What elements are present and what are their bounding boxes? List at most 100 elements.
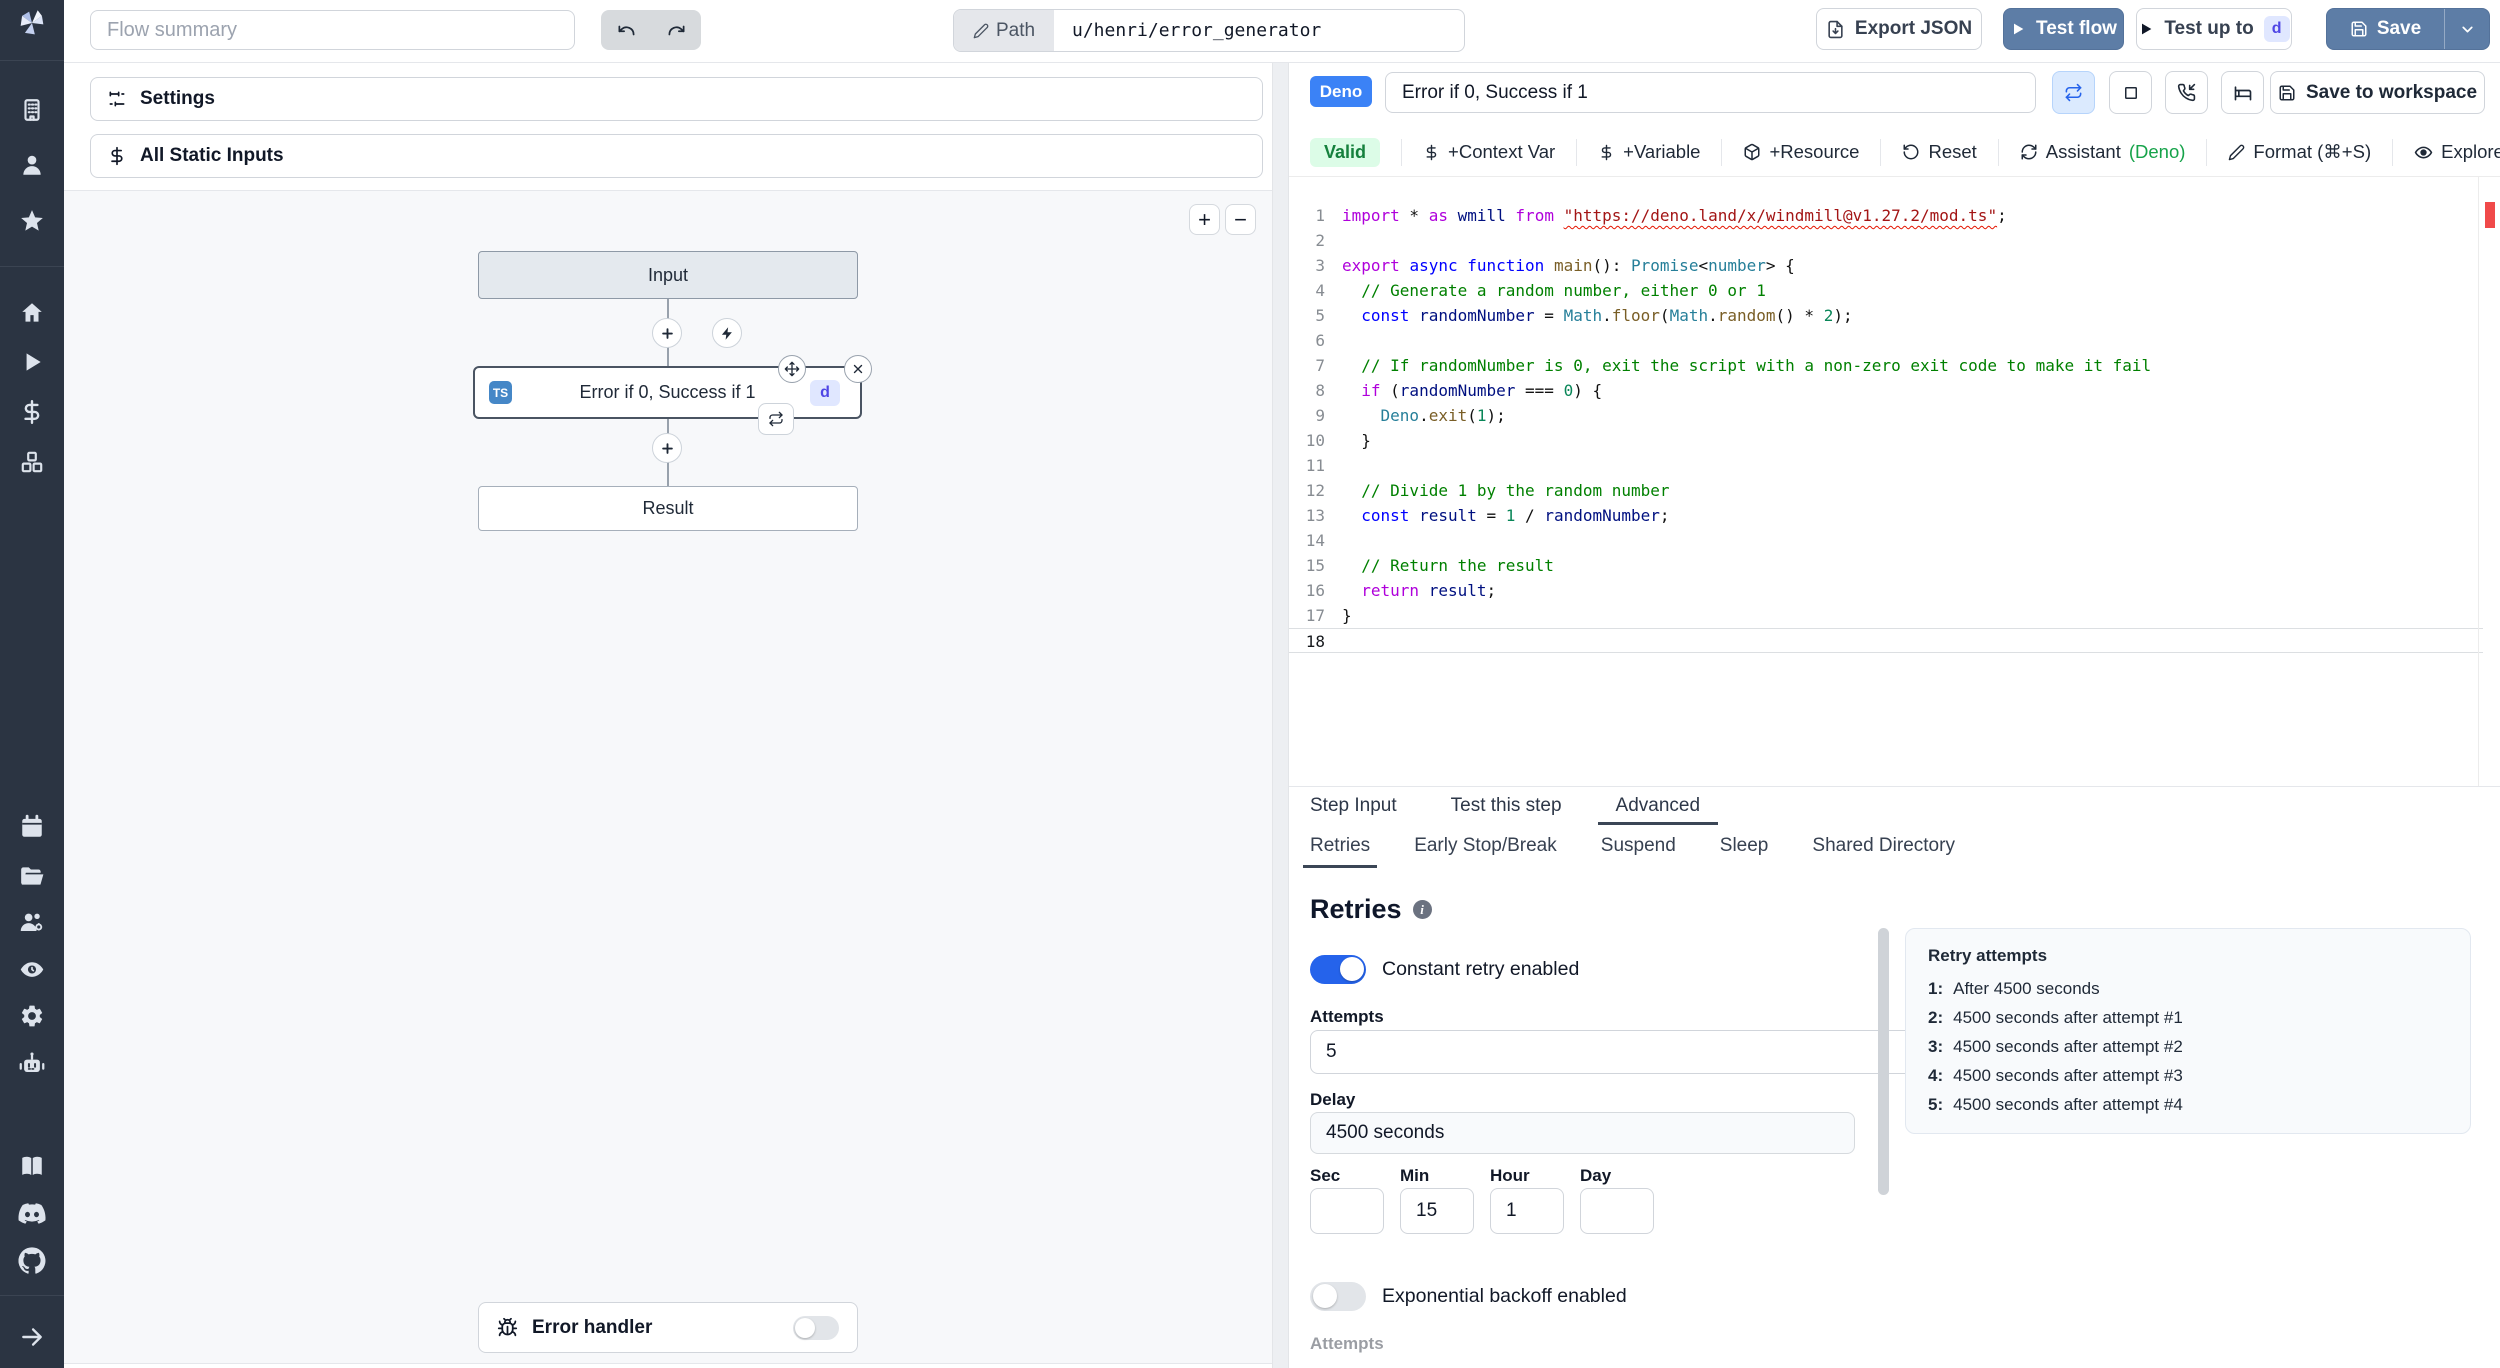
resources-icon[interactable] [19, 449, 45, 475]
info-icon[interactable]: i [1412, 900, 1432, 919]
redo-button[interactable] [651, 10, 701, 50]
step-retry-indicator[interactable] [758, 403, 794, 435]
all-static-inputs-row[interactable]: All Static Inputs [90, 134, 1263, 178]
add-variable-button[interactable]: +Variable [1598, 141, 1700, 163]
line-number: 9 [1315, 406, 1325, 425]
settings-gear-icon[interactable] [19, 1003, 45, 1029]
play-icon [2014, 23, 2024, 35]
docs-book-icon[interactable] [19, 1153, 45, 1179]
sleep-button[interactable] [2221, 71, 2264, 114]
flow-input-node[interactable]: Input [478, 251, 858, 299]
add-trigger-button[interactable] [712, 318, 742, 348]
suspend-approval-button[interactable] [2165, 71, 2208, 114]
code-line[interactable]: 11 [1289, 453, 2483, 478]
min-input[interactable] [1400, 1188, 1474, 1234]
chevron-down-icon [2461, 26, 2473, 32]
code-line[interactable]: 12 // Divide 1 by the random number [1289, 478, 2483, 503]
error-handler-toggle[interactable] [793, 1315, 839, 1340]
code-line[interactable]: 2 [1289, 228, 2483, 253]
move-step-button[interactable] [778, 355, 806, 383]
code-line[interactable]: 6 [1289, 328, 2483, 353]
save-button[interactable]: Save [2326, 8, 2490, 50]
flow-result-node[interactable]: Result [478, 486, 858, 531]
save-dropdown-button[interactable] [2445, 9, 2489, 49]
assistant-button[interactable]: Assistant (Deno) [2020, 141, 2185, 163]
variables-dollar-icon[interactable] [19, 399, 45, 425]
hour-input[interactable] [1490, 1188, 1564, 1234]
undo-button[interactable] [601, 10, 651, 50]
phone-incoming-icon [2177, 83, 2196, 102]
tab-advanced[interactable]: Advanced [1597, 787, 1719, 825]
schedules-calendar-icon[interactable] [19, 814, 45, 840]
code-line[interactable]: 1 import * as wmill from "https://deno.la… [1289, 203, 2483, 228]
path-value[interactable]: u/henri/error_generator [1054, 10, 1464, 51]
retry-toggle-button[interactable] [2052, 71, 2095, 114]
line-number: 5 [1315, 306, 1325, 325]
sidebar-divider [0, 1295, 64, 1296]
test-flow-button[interactable]: Test flow [2003, 8, 2124, 50]
exponential-backoff-toggle[interactable] [1310, 1282, 1366, 1311]
collapse-arrow-icon[interactable] [19, 1324, 45, 1350]
code-line[interactable]: 9 Deno.exit(1); [1289, 403, 2483, 428]
windmill-logo-icon[interactable] [15, 6, 49, 40]
runs-play-icon[interactable] [19, 349, 45, 375]
tab-test-this-step[interactable]: Test this step [1433, 787, 1580, 825]
error-handler-row[interactable]: Error handler [478, 1302, 858, 1353]
format-button[interactable]: Format (⌘+S) [2228, 141, 2371, 163]
test-up-to-button[interactable]: Test up to d [2136, 8, 2292, 50]
favorites-star-icon[interactable] [19, 208, 45, 234]
reset-button[interactable]: Reset [1902, 141, 1977, 163]
delete-step-button[interactable] [844, 355, 872, 383]
github-icon[interactable] [18, 1247, 46, 1274]
early-stop-button[interactable] [2109, 71, 2152, 114]
code-editor[interactable]: 1 import * as wmill from "https://deno.la… [1289, 177, 2483, 786]
add-step-button[interactable] [652, 318, 682, 348]
day-input[interactable] [1580, 1188, 1654, 1234]
flow-summary-input[interactable] [90, 10, 575, 50]
code-line[interactable]: 5 const randomNumber = Math.floor(Math.r… [1289, 303, 2483, 328]
code-line[interactable]: 14 [1289, 528, 2483, 553]
code-line[interactable]: 10 } [1289, 428, 2483, 453]
groups-users-icon[interactable] [19, 909, 46, 936]
code-line[interactable]: 13 const result = 1 / randomNumber; [1289, 503, 2483, 528]
code-line[interactable]: 15 // Return the result [1289, 553, 2483, 578]
folders-icon[interactable] [19, 863, 45, 889]
save-to-workspace-button[interactable]: Save to workspace [2270, 71, 2485, 114]
constant-retry-toggle[interactable] [1310, 955, 1366, 984]
retries-scrollbar[interactable] [1878, 928, 1889, 1195]
export-json-button[interactable]: Export JSON [1816, 8, 1982, 50]
subtab-shared-directory[interactable]: Shared Directory [1805, 824, 1962, 868]
home-icon[interactable] [19, 300, 45, 326]
code-line[interactable]: 3 export async function main(): Promise<n… [1289, 253, 2483, 278]
explore-scripts-button[interactable]: Explore other s [2414, 141, 2500, 163]
discord-icon[interactable] [18, 1200, 46, 1227]
flow-canvas[interactable]: + − Input TS Error if 0, Success if 1 d [64, 190, 1272, 1364]
code-line[interactable]: 16 return result; [1289, 578, 2483, 603]
zoom-out-button[interactable]: − [1225, 204, 1256, 235]
code-line[interactable]: 4 // Generate a random number, either 0 … [1289, 278, 2483, 303]
user-icon[interactable] [19, 152, 45, 178]
step-name-input[interactable] [1385, 72, 2036, 113]
workspace-icon[interactable] [19, 97, 45, 123]
workers-bot-icon[interactable] [19, 1050, 46, 1077]
sec-input[interactable] [1310, 1188, 1384, 1234]
code-line[interactable]: 18 [1289, 628, 2483, 653]
subtab-retries[interactable]: Retries [1303, 824, 1378, 868]
bed-icon [2234, 85, 2251, 100]
add-resource-button[interactable]: +Resource [1743, 141, 1859, 163]
code-line[interactable]: 17} [1289, 603, 2483, 628]
subtab-early-stop[interactable]: Early Stop/Break [1407, 824, 1564, 868]
zoom-in-button[interactable]: + [1189, 204, 1220, 235]
line-number: 4 [1315, 281, 1325, 300]
subtab-suspend[interactable]: Suspend [1594, 824, 1683, 868]
delay-input[interactable] [1310, 1112, 1855, 1154]
audit-eye-icon[interactable] [19, 956, 46, 983]
add-step-button[interactable] [652, 433, 682, 463]
code-line[interactable]: 8 if (randomNumber === 0) { [1289, 378, 2483, 403]
code-line[interactable]: 7 // If randomNumber is 0, exit the scri… [1289, 353, 2483, 378]
flow-settings-row[interactable]: Settings [90, 77, 1263, 121]
subtab-sleep[interactable]: Sleep [1713, 824, 1776, 868]
add-context-var-button[interactable]: +Context Var [1423, 141, 1555, 163]
tab-step-input[interactable]: Step Input [1292, 787, 1415, 825]
panel-resize-handle[interactable] [1272, 62, 1289, 1368]
